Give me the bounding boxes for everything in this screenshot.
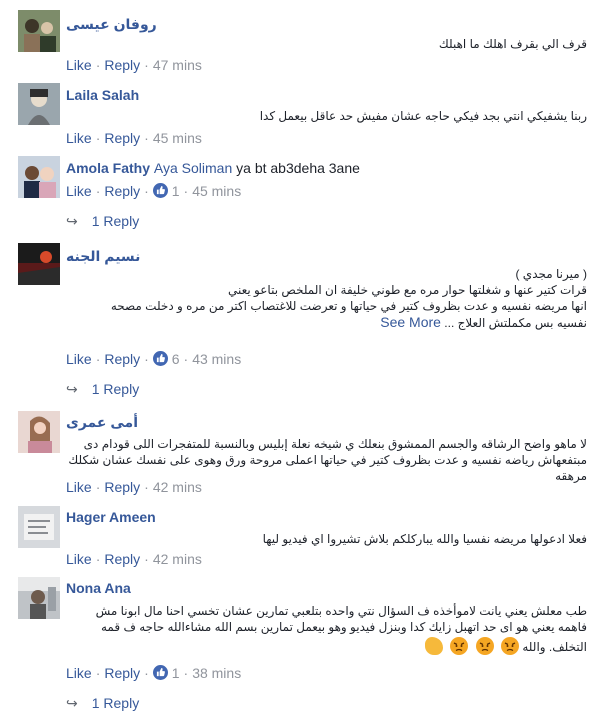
like-link[interactable]: Like (66, 57, 92, 73)
timestamp[interactable]: 42 mins (153, 551, 202, 567)
mention-link[interactable]: Aya Soliman (154, 160, 232, 176)
like-count[interactable]: 1 (172, 183, 180, 199)
commenter-name[interactable]: روفان عيسى (66, 16, 157, 33)
comment-text: ربنا يشفيكي انتي بجد فيكي حاجه عشان مفيش… (259, 109, 587, 123)
reply-link[interactable]: Reply (104, 665, 140, 681)
avatar[interactable] (18, 243, 60, 285)
reply-link[interactable]: Reply (104, 183, 140, 199)
comment-actions: Like · Reply · 6 · 43 mins (66, 351, 242, 367)
reply-arrow-icon: ↪ (66, 695, 78, 711)
timestamp[interactable]: 47 mins (153, 57, 202, 73)
avatar[interactable] (18, 10, 60, 52)
comment-actions: Like · Reply · 47 mins (66, 57, 202, 73)
view-replies-link[interactable]: ↪ 1 Reply (66, 695, 139, 712)
commenter-name[interactable]: Nona Ana (66, 580, 131, 596)
reply-link[interactable]: Reply (104, 130, 140, 146)
like-count[interactable]: 1 (172, 665, 180, 681)
comment-actions: Like · Reply · 45 mins (66, 130, 202, 146)
angry-emoji-icon (501, 637, 520, 655)
like-link[interactable]: Like (66, 183, 92, 199)
commenter-name[interactable]: أمى عمرى (66, 414, 138, 431)
commenter-name[interactable]: نسيم الجنه (66, 248, 140, 265)
timestamp[interactable]: 43 mins (192, 351, 241, 367)
comment-actions: Like · Reply · 1 · 45 mins (66, 183, 242, 199)
view-replies-link[interactable]: ↪ 1 Reply (66, 213, 139, 230)
timestamp[interactable]: 42 mins (153, 479, 202, 495)
reply-link[interactable]: Reply (104, 351, 140, 367)
reply-link[interactable]: Reply (104, 551, 140, 567)
commenter-name[interactable]: Amola Fathy (66, 160, 150, 176)
comment-text: لا ماهو واضح الرشاقه والجسم الممشوق بنعل… (68, 437, 587, 483)
avatar[interactable] (18, 506, 60, 548)
avatar[interactable] (18, 83, 60, 125)
comment-actions: Like · Reply · 42 mins (66, 479, 202, 495)
angry-emoji-icon (450, 637, 469, 655)
comment-author-line: Amola Fathy Aya Soliman ya bt ab3deha 3a… (66, 160, 360, 176)
timestamp[interactable]: 38 mins (192, 665, 241, 681)
like-link[interactable]: Like (66, 479, 92, 495)
like-count[interactable]: 6 (172, 351, 180, 367)
reply-link[interactable]: Reply (104, 479, 140, 495)
timestamp[interactable]: 45 mins (153, 130, 202, 146)
comment-text: قرف الي بقرف اهلك ما اهبلك (438, 37, 587, 51)
view-replies-link[interactable]: ↪ 1 Reply (66, 381, 139, 398)
like-thumb-icon[interactable] (152, 665, 168, 680)
commenter-name[interactable]: Laila Salah (66, 87, 139, 103)
comment-actions: Like · Reply · 42 mins (66, 551, 202, 567)
avatar[interactable] (18, 411, 60, 453)
comment-text: طب معلش يعني يانت لاموأخذه ف السؤال نتي … (95, 604, 587, 655)
comment-actions: Like · Reply · 1 · 38 mins (66, 665, 242, 681)
comment-text: ya bt ab3deha 3ane (236, 160, 360, 176)
like-link[interactable]: Like (66, 130, 92, 146)
reply-arrow-icon: ↪ (66, 381, 78, 397)
avatar[interactable] (18, 577, 60, 619)
like-link[interactable]: Like (66, 551, 92, 567)
muscle-emoji-icon (425, 637, 443, 655)
like-thumb-icon[interactable] (152, 351, 168, 366)
commenter-name[interactable]: Hager Ameen (66, 509, 156, 525)
avatar[interactable] (18, 156, 60, 198)
angry-emoji-icon (475, 637, 494, 655)
reply-arrow-icon: ↪ (66, 213, 78, 229)
like-link[interactable]: Like (66, 351, 92, 367)
comment-text: فعلا ادعولها مريضه نفسيا والله يباركلكم … (262, 532, 587, 546)
timestamp[interactable]: 45 mins (192, 183, 241, 199)
comment-text: ( ميرنا مجدي ) قرات كتير عنها و شغلتها ح… (110, 267, 587, 330)
reply-link[interactable]: Reply (104, 57, 140, 73)
see-more-link[interactable]: See More (380, 314, 441, 330)
like-thumb-icon[interactable] (152, 183, 168, 198)
like-link[interactable]: Like (66, 665, 92, 681)
